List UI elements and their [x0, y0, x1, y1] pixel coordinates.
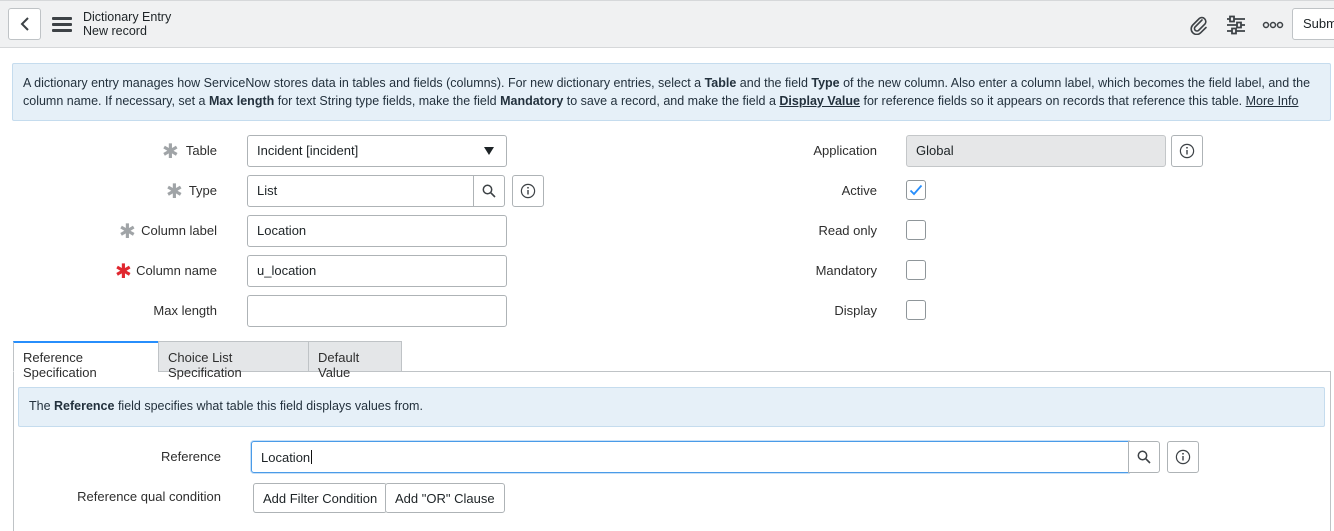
type-lookup-button[interactable]: [473, 175, 505, 207]
form-subtitle: New record: [83, 24, 147, 38]
info-icon: [1175, 449, 1191, 465]
paperclip-icon[interactable]: [1188, 14, 1210, 36]
personalize-sliders-icon[interactable]: [1225, 14, 1247, 36]
tab-choice-list-specification[interactable]: Choice List Specification: [158, 341, 309, 380]
reference-info-message: The Reference field specifies what table…: [18, 387, 1325, 427]
column-label-label: Column label: [141, 223, 217, 238]
more-info-link[interactable]: More Info: [1246, 94, 1299, 108]
reference-label: Reference: [161, 449, 221, 464]
reference-input[interactable]: Location: [251, 441, 1129, 473]
back-button[interactable]: [8, 8, 41, 40]
mandatory-indicator: ✱: [119, 221, 136, 243]
checkmark-icon: [909, 184, 923, 196]
form-menu-icon[interactable]: [52, 17, 72, 32]
max-length-label: Max length: [153, 303, 217, 318]
info-icon: [1179, 143, 1195, 159]
type-input[interactable]: List: [247, 175, 474, 207]
display-label: Display: [834, 303, 877, 318]
tab-default-value[interactable]: Default Value: [308, 341, 402, 380]
display-checkbox[interactable]: [906, 300, 926, 320]
display-value-link[interactable]: Display Value: [779, 94, 860, 108]
table-select[interactable]: Incident [incident]: [247, 135, 507, 167]
form-title: Dictionary Entry: [83, 10, 172, 24]
search-icon: [1137, 450, 1151, 464]
dictionary-info-message: A dictionary entry manages how ServiceNo…: [12, 63, 1331, 121]
column-name-label: Column name: [136, 263, 217, 278]
active-checkbox[interactable]: [906, 180, 926, 200]
mandatory-indicator: ✱: [162, 141, 179, 163]
read-only-label: Read only: [818, 223, 877, 238]
column-label-input[interactable]: Location: [247, 215, 507, 247]
tab-reference-specification[interactable]: Reference Specification: [13, 341, 159, 380]
read-only-checkbox[interactable]: [906, 220, 926, 240]
mandatory-indicator: ✱: [166, 181, 183, 203]
application-field: Global: [906, 135, 1166, 167]
active-label: Active: [841, 183, 877, 198]
submit-button[interactable]: Subm: [1292, 8, 1334, 40]
application-label: Application: [813, 143, 877, 158]
form-header: [0, 0, 1334, 48]
search-icon: [482, 184, 496, 198]
application-info-button[interactable]: [1171, 135, 1203, 167]
reference-info-button[interactable]: [1167, 441, 1199, 473]
more-options-icon[interactable]: [1262, 14, 1284, 36]
add-or-clause-button[interactable]: Add "OR" Clause: [385, 483, 505, 513]
reference-qual-condition-label: Reference qual condition: [77, 489, 221, 504]
type-label: Type: [188, 183, 217, 198]
table-label: Table: [185, 143, 217, 158]
add-filter-condition-button[interactable]: Add Filter Condition: [253, 483, 388, 513]
mandatory-indicator: ✱: [115, 261, 132, 283]
chevron-left-icon: [20, 17, 29, 31]
type-info-button[interactable]: [512, 175, 544, 207]
max-length-input[interactable]: [247, 295, 507, 327]
info-icon: [520, 183, 536, 199]
column-name-input[interactable]: u_location: [247, 255, 507, 287]
mandatory-checkbox[interactable]: [906, 260, 926, 280]
reference-lookup-button[interactable]: [1128, 441, 1160, 473]
dropdown-arrow-icon: [484, 147, 494, 155]
mandatory-label: Mandatory: [815, 263, 877, 278]
